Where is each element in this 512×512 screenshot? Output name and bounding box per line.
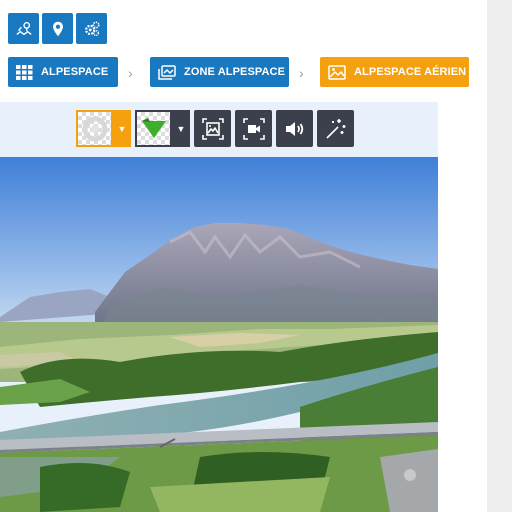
- video-camera-icon: [242, 117, 265, 140]
- breadcrumb-label: ALPESPACE AÉRIEN: [354, 66, 467, 78]
- breadcrumb-label: ALPESPACE: [41, 66, 109, 78]
- grid-icon: [16, 64, 33, 80]
- marker-style-picker[interactable]: ▼: [76, 110, 131, 147]
- settings-gears-icon: [84, 20, 100, 36]
- image-frame-button[interactable]: [194, 110, 231, 147]
- magic-wand-icon: [325, 118, 345, 139]
- location-pin-icon: [52, 21, 63, 36]
- aerial-landscape-illustration: [0, 157, 438, 512]
- effects-button[interactable]: [317, 110, 354, 147]
- right-gutter: [487, 0, 512, 512]
- breadcrumb-label: ZONE ALPESPACE: [184, 66, 286, 78]
- layer-style-picker[interactable]: ▼: [135, 110, 190, 147]
- video-frame-button[interactable]: [235, 110, 272, 147]
- map-button[interactable]: [8, 13, 39, 44]
- caret-down-icon: ▼: [176, 123, 186, 134]
- sound-button[interactable]: [276, 110, 313, 147]
- panorama-viewer[interactable]: ▼ ▼: [0, 102, 438, 512]
- marker-style-dropdown[interactable]: ▼: [113, 110, 131, 147]
- settings-button[interactable]: [76, 13, 107, 44]
- marker-style-swatch[interactable]: [76, 110, 113, 147]
- speaker-icon: [285, 121, 303, 136]
- caret-down-icon: ▼: [117, 123, 127, 134]
- breadcrumb-item-alpespace-aerien[interactable]: ALPESPACE AÉRIEN: [320, 57, 469, 87]
- top-icon-bar: [8, 13, 107, 44]
- circle-target-icon: [82, 116, 107, 141]
- viewer-toolbar: ▼ ▼: [76, 110, 354, 147]
- breadcrumb-item-zone-alpespace[interactable]: ZONE ALPESPACE: [150, 57, 289, 87]
- breadcrumb-separator: ›: [128, 65, 133, 81]
- green-triangle-icon: [141, 117, 166, 138]
- layer-style-swatch[interactable]: [135, 110, 172, 147]
- layers-icon: [158, 64, 176, 80]
- panorama-image[interactable]: [0, 157, 438, 512]
- image-frame-icon: [201, 117, 224, 140]
- layer-style-dropdown[interactable]: ▼: [172, 110, 190, 147]
- image-icon: [328, 64, 346, 80]
- map-icon: [15, 21, 32, 35]
- location-button[interactable]: [42, 13, 73, 44]
- breadcrumb-item-alpespace[interactable]: ALPESPACE: [8, 57, 118, 87]
- breadcrumb-separator: ›: [299, 65, 304, 81]
